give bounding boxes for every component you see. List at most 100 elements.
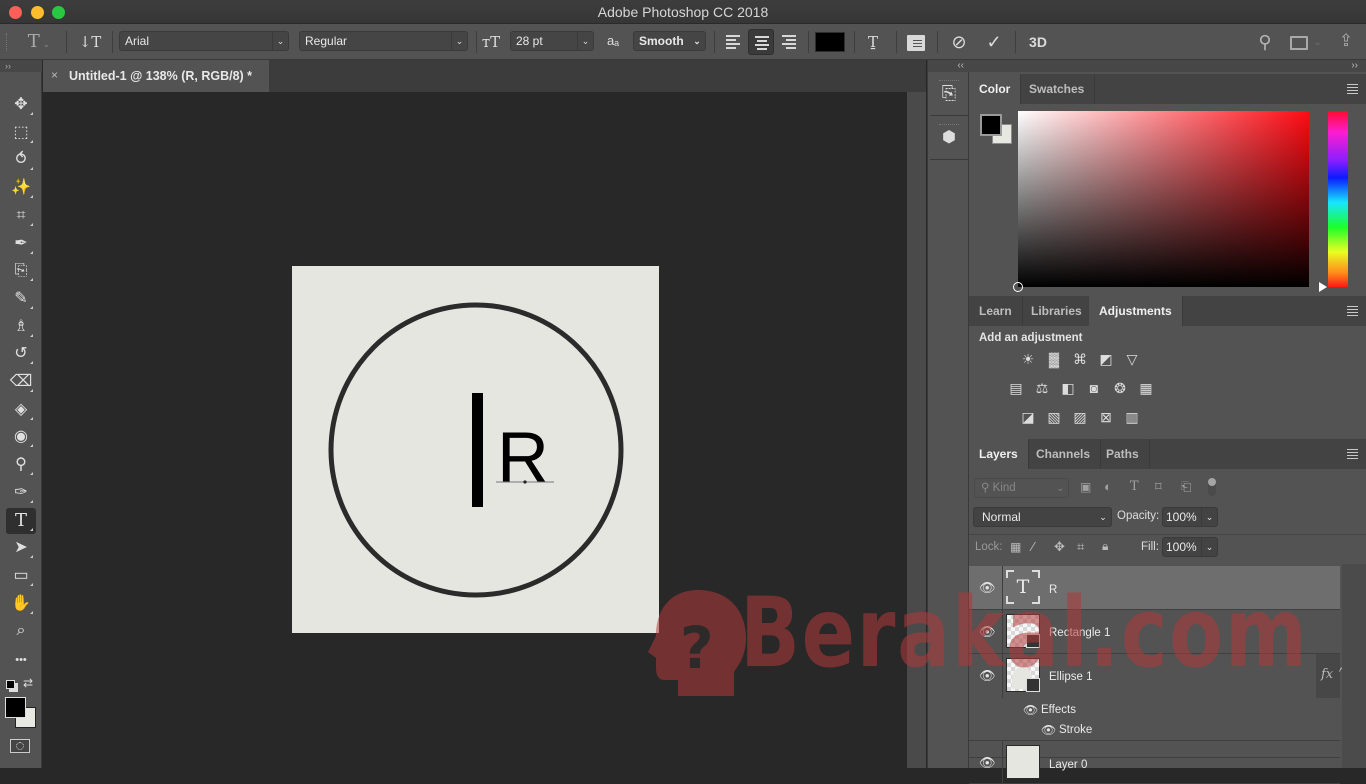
move-tool-button[interactable]: ✥ (6, 92, 36, 118)
zoom-tool-button[interactable]: ⌕ (6, 618, 36, 644)
align-left-button[interactable] (720, 29, 746, 55)
align-right-button[interactable] (776, 29, 802, 55)
document-canvas[interactable]: R (292, 266, 659, 633)
smart-object-filter-icon[interactable]: ⎗ (1181, 479, 1191, 495)
search-icon[interactable]: ⚲ (1253, 31, 1277, 53)
default-colors-icon[interactable] (6, 680, 15, 689)
lock-artboard-icon[interactable]: ⌗ (1077, 539, 1084, 555)
text-color-swatch[interactable] (815, 32, 845, 52)
layer-name[interactable]: Layer 0 (1049, 759, 1087, 771)
document-tab[interactable]: × Untitled-1 @ 138% (R, RGB/8) * (43, 60, 269, 92)
lock-transparent-pixels-icon[interactable]: ▦ (1010, 540, 1021, 554)
marquee-tool-button[interactable]: ⬚ (6, 120, 36, 146)
exposure-icon[interactable]: ◩ (1097, 351, 1115, 367)
hue-slider-handle[interactable] (1319, 282, 1327, 292)
swap-colors-icon[interactable]: ⇄ (23, 676, 33, 690)
layer-row-layer-0[interactable]: 👁︎ Layer 0 (969, 740, 1340, 784)
3d-button[interactable]: 3D (1025, 31, 1051, 53)
eye-icon[interactable]: 👁︎ (1023, 703, 1038, 717)
brightness-contrast-icon[interactable]: ☀ (1019, 351, 1037, 367)
layer-filter-kind-dropdown[interactable]: ⚲ Kind ⌄ (974, 478, 1069, 498)
effect-stroke-label[interactable]: Stroke (1059, 724, 1092, 736)
pixel-layer-filter-icon[interactable]: ▣ (1080, 480, 1091, 494)
close-tab-icon[interactable]: × (51, 68, 58, 82)
fill-input[interactable]: 100% ⌄ (1162, 537, 1218, 557)
healing-brush-tool-button[interactable]: ⎘ (6, 258, 36, 284)
cancel-edits-icon[interactable]: ⊘ (948, 31, 970, 53)
chevron-down-icon[interactable]: ⌄ (1201, 538, 1217, 556)
toolbar-collapse-button[interactable]: ›› (0, 60, 42, 72)
chevron-down-icon[interactable]: ⌄ (1314, 37, 1322, 48)
layer-row-rectangle-1[interactable]: 👁︎ Rectangle 1 (969, 610, 1340, 654)
vibrance-icon[interactable]: ▽ (1123, 351, 1141, 367)
chevron-down-icon[interactable]: ⌄ (1201, 508, 1217, 526)
color-picker-handle[interactable] (1013, 282, 1023, 292)
hue-saturation-icon[interactable]: ▤ (1007, 380, 1025, 396)
eye-icon[interactable]: 👁︎ (979, 624, 996, 640)
channel-mixer-icon[interactable]: ❂ (1111, 380, 1129, 396)
warp-text-icon[interactable]: Ṯ (862, 31, 884, 53)
eye-icon[interactable]: 👁︎ (979, 580, 996, 596)
foreground-color-swatch[interactable] (980, 114, 1002, 136)
clone-stamp-tool-button[interactable]: ♗ (6, 314, 36, 340)
tab-color[interactable]: Color (969, 74, 1022, 104)
type-tool-button[interactable]: T (6, 507, 36, 534)
crop-tool-button[interactable]: ⌗ (6, 203, 36, 229)
hue-slider[interactable] (1319, 111, 1348, 292)
rectangle-tool-button[interactable]: ▭ (6, 563, 36, 589)
panel-menu-icon[interactable] (1347, 306, 1358, 318)
eraser-tool-button[interactable]: ⌫ (6, 369, 36, 395)
character-paragraph-panel-icon[interactable] (907, 35, 925, 51)
workspace-icon[interactable] (1290, 36, 1308, 50)
tab-swatches[interactable]: Swatches (1019, 74, 1096, 104)
path-selection-tool-button[interactable]: ➤ (6, 535, 36, 561)
opacity-input[interactable]: 100% ⌄ (1162, 507, 1218, 527)
font-style-dropdown[interactable]: Regular ⌄ (299, 31, 468, 51)
black-white-icon[interactable]: ◧ (1059, 380, 1077, 396)
pen-tool-button[interactable]: ✑ (6, 480, 36, 506)
collapse-panels-button[interactable]: ›› (969, 60, 1366, 72)
share-icon[interactable]: ⇪ (1335, 30, 1357, 52)
eye-icon[interactable]: 👁︎ (1041, 723, 1056, 737)
commit-edits-icon[interactable]: ✓ (983, 31, 1005, 53)
canvas-vertical-scrollbar[interactable] (907, 92, 926, 768)
type-layer-filter-icon[interactable]: T (1130, 479, 1139, 494)
filter-toggle[interactable] (1208, 478, 1216, 496)
blend-mode-dropdown[interactable]: Normal ⌄ (973, 507, 1112, 527)
text-layer-content[interactable]: R (497, 418, 549, 498)
magic-wand-tool-button[interactable]: ✨ (6, 175, 36, 201)
antialias-dropdown[interactable]: Smooth ⌄ (633, 31, 706, 51)
panel-menu-icon[interactable] (1347, 449, 1358, 461)
posterize-icon[interactable]: ▧ (1045, 409, 1063, 425)
blur-tool-button[interactable]: ◉ (6, 424, 36, 450)
color-balance-icon[interactable]: ⚖ (1033, 380, 1051, 396)
foreground-color-swatch[interactable] (5, 697, 26, 718)
lasso-tool-button[interactable]: ⥀ (6, 147, 36, 173)
layer-name[interactable]: R (1049, 584, 1057, 596)
hand-tool-button[interactable]: ✋ (6, 591, 36, 617)
font-size-dropdown[interactable]: 28 pt ⌄ (510, 31, 594, 51)
layer-row-r[interactable]: 👁︎ T R (969, 566, 1340, 610)
shape-layer-filter-icon[interactable]: ⌑ (1155, 479, 1162, 495)
lock-image-pixels-icon[interactable]: ∕ (1032, 539, 1034, 554)
tab-adjustments[interactable]: Adjustments (1089, 296, 1183, 326)
invert-icon[interactable]: ◪ (1019, 409, 1037, 425)
tab-paths[interactable]: Paths (1096, 439, 1150, 469)
toggle-text-orientation-icon[interactable]: ↓T (78, 31, 102, 53)
3d-properties-panel-button[interactable]: ⬢ (930, 118, 968, 160)
lock-all-icon[interactable]: 🔒︎ (1102, 539, 1108, 554)
dodge-tool-button[interactable]: ⚲ (6, 452, 36, 478)
collapse-icon-strip-button[interactable]: ‹‹ (928, 60, 970, 72)
history-brush-tool-button[interactable]: ↺ (6, 341, 36, 367)
levels-icon[interactable]: ▓ (1045, 351, 1063, 367)
selective-color-icon[interactable]: ⊠ (1097, 409, 1115, 425)
adjustment-layer-filter-icon[interactable]: ◐ (1104, 479, 1112, 494)
layers-scrollbar[interactable] (1342, 564, 1366, 768)
curves-icon[interactable]: ⌘ (1071, 351, 1089, 367)
align-center-button[interactable] (748, 29, 774, 55)
tab-layers[interactable]: Layers (969, 439, 1029, 469)
lock-position-icon[interactable]: ✥ (1054, 539, 1065, 555)
tab-libraries[interactable]: Libraries (1021, 296, 1093, 326)
color-lookup-icon[interactable]: ▦ (1137, 380, 1155, 396)
brush-tool-button[interactable]: ✎ (6, 286, 36, 312)
